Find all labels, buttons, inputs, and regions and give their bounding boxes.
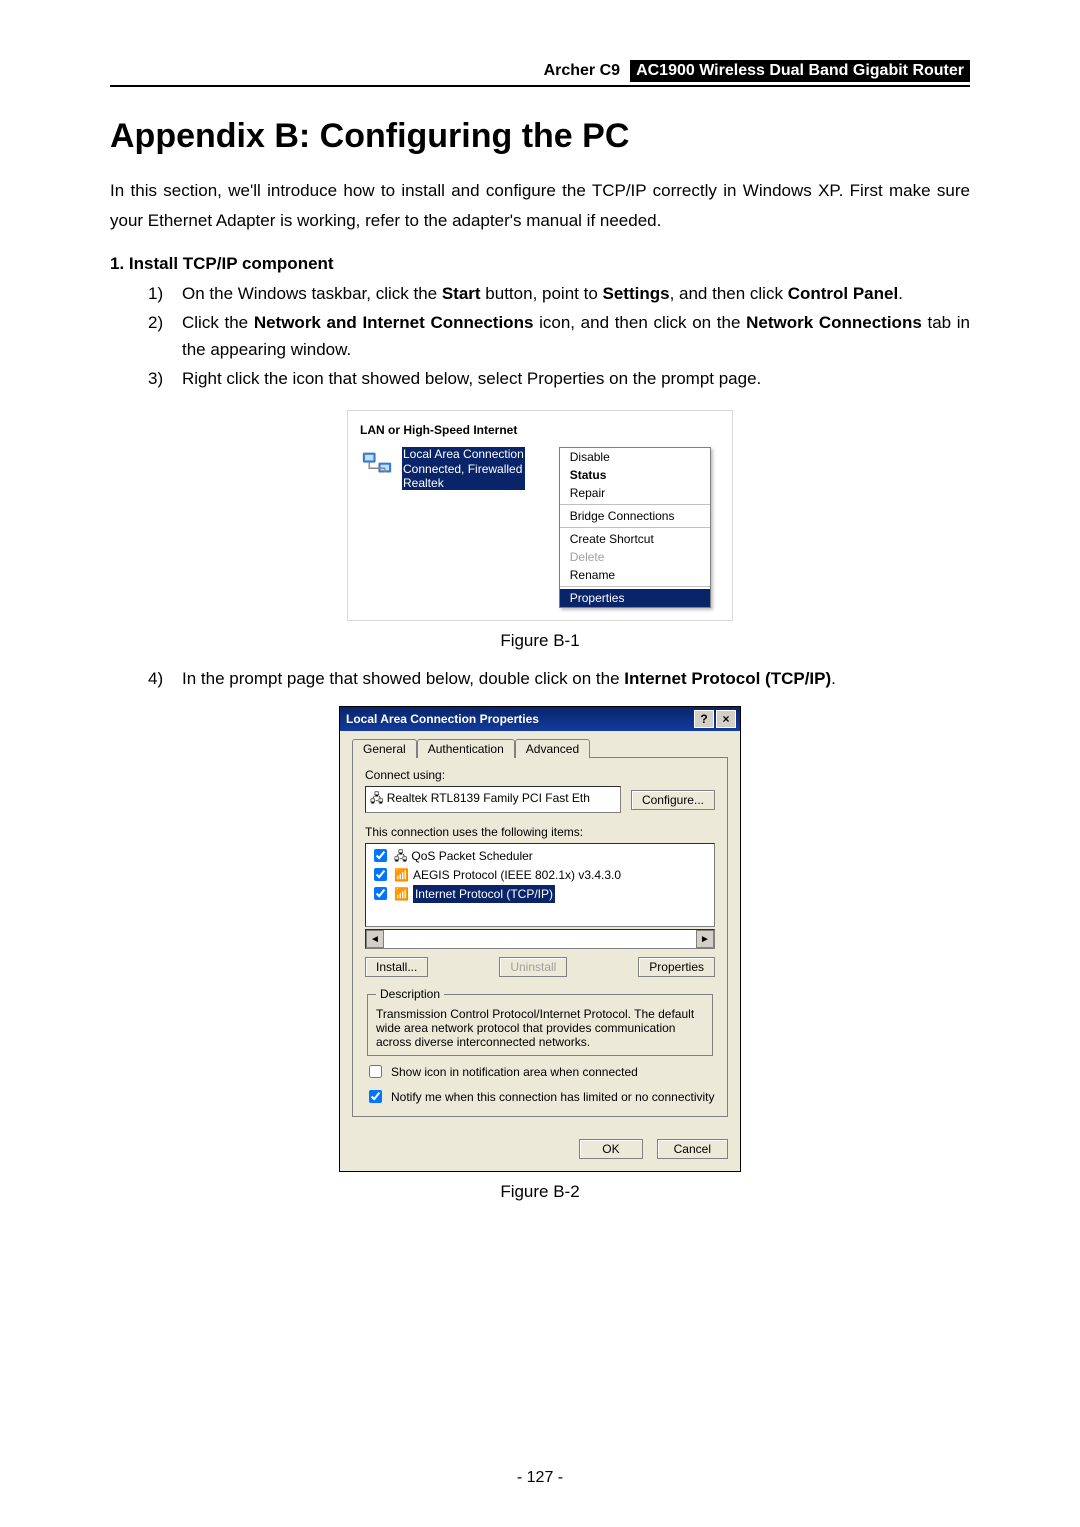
menu-bridge[interactable]: Bridge Connections — [560, 507, 710, 525]
step-2: 2) Click the Network and Internet Connec… — [148, 309, 970, 363]
item-tcpip: Internet Protocol (TCP/IP) — [413, 885, 555, 903]
show-icon-label: Show icon in notification area when conn… — [391, 1065, 638, 1079]
adapter-name: Realtek RTL8139 Family PCI Fast Eth — [387, 791, 590, 805]
step-3: 3) Right click the icon that showed belo… — [148, 365, 970, 392]
page-header: Archer C9 AC1900 Wireless Dual Band Giga… — [110, 60, 970, 87]
notify-checkbox[interactable] — [369, 1090, 382, 1103]
menu-properties[interactable]: Properties — [560, 589, 710, 607]
install-button[interactable]: Install... — [365, 957, 428, 977]
configure-button[interactable]: Configure... — [631, 790, 715, 810]
menu-separator — [560, 586, 710, 587]
properties-button[interactable]: Properties — [638, 957, 715, 977]
cancel-button[interactable]: Cancel — [657, 1139, 728, 1159]
figure-b1-caption: Figure B-1 — [110, 631, 970, 651]
horizontal-scrollbar[interactable]: ◄ ► — [365, 929, 715, 949]
step-4: 4) In the prompt page that showed below,… — [148, 665, 970, 692]
model-name: Archer C9 — [544, 62, 620, 80]
item-checkbox[interactable] — [374, 868, 387, 881]
notify-label: Notify me when this connection has limit… — [391, 1090, 715, 1104]
intro-text: In this section, we'll introduce how to … — [110, 176, 970, 236]
scroll-left-icon[interactable]: ◄ — [366, 930, 384, 948]
connection-name: Local Area Connection — [403, 447, 524, 461]
dialog-titlebar[interactable]: Local Area Connection Properties ? × — [340, 707, 740, 731]
step-number: 3) — [148, 365, 163, 392]
list-item[interactable]: 📶AEGIS Protocol (IEEE 802.1x) v3.4.3.0 — [370, 865, 710, 884]
description-text: Transmission Control Protocol/Internet P… — [376, 1007, 704, 1049]
group-label: LAN or High-Speed Internet — [360, 423, 720, 437]
product-name: AC1900 Wireless Dual Band Gigabit Router — [630, 60, 970, 82]
list-item[interactable]: 📶Internet Protocol (TCP/IP) — [370, 884, 710, 903]
step-number: 4) — [148, 665, 163, 692]
tab-authentication[interactable]: Authentication — [417, 739, 515, 758]
item-checkbox[interactable] — [374, 887, 387, 900]
uses-items-label: This connection uses the following items… — [365, 825, 715, 839]
dialog-title: Local Area Connection Properties — [346, 712, 539, 726]
context-menu: Disable Status Repair Bridge Connections… — [559, 447, 711, 608]
section-title: Install TCP/IP component — [129, 254, 334, 273]
page-number: - 127 - — [0, 1469, 1080, 1487]
adapter-name-box: 🖧 Realtek RTL8139 Family PCI Fast Eth — [365, 786, 621, 813]
menu-status[interactable]: Status — [560, 466, 710, 484]
items-listbox[interactable]: 🖧QoS Packet Scheduler 📶AEGIS Protocol (I… — [365, 843, 715, 927]
show-icon-checkbox[interactable] — [369, 1065, 382, 1078]
menu-delete: Delete — [560, 548, 710, 566]
menu-disable[interactable]: Disable — [560, 448, 710, 466]
description-legend: Description — [376, 987, 444, 1001]
menu-rename[interactable]: Rename — [560, 566, 710, 584]
step-number: 1) — [148, 280, 163, 307]
tab-general[interactable]: General — [352, 739, 417, 758]
menu-separator — [560, 527, 710, 528]
section-number: 1. — [110, 254, 124, 273]
protocol-icon: 📶 — [394, 866, 409, 884]
description-group: Description Transmission Control Protoco… — [367, 987, 713, 1056]
item-checkbox[interactable] — [374, 849, 387, 862]
section-heading: 1. Install TCP/IP component — [110, 254, 970, 274]
help-button[interactable]: ? — [694, 710, 714, 728]
uninstall-button: Uninstall — [499, 957, 567, 977]
connection-status: Connected, Firewalled — [403, 462, 524, 476]
adapter-card-icon: 🖧 — [370, 791, 383, 805]
tab-advanced[interactable]: Advanced — [515, 739, 590, 758]
step-number: 2) — [148, 309, 163, 336]
menu-create-shortcut[interactable]: Create Shortcut — [560, 530, 710, 548]
close-button[interactable]: × — [716, 710, 736, 728]
qos-icon: 🖧 — [394, 847, 407, 865]
list-item[interactable]: 🖧QoS Packet Scheduler — [370, 846, 710, 865]
ok-button[interactable]: OK — [579, 1139, 642, 1159]
connect-using-label: Connect using: — [365, 768, 715, 782]
step-1: 1) On the Windows taskbar, click the Sta… — [148, 280, 970, 307]
menu-separator — [560, 504, 710, 505]
network-connection-icon[interactable] — [360, 447, 394, 481]
figure-b2-caption: Figure B-2 — [110, 1182, 970, 1202]
connection-name-block[interactable]: Local Area Connection Connected, Firewal… — [402, 447, 525, 490]
connection-adapter: Realtek — [403, 476, 524, 490]
page-title: Appendix B: Configuring the PC — [110, 117, 970, 156]
scroll-right-icon[interactable]: ► — [696, 930, 714, 948]
figure-b2-dialog: Local Area Connection Properties ? × Gen… — [339, 706, 741, 1172]
figure-b1: LAN or High-Speed Internet Local Area Co… — [347, 410, 733, 621]
protocol-icon: 📶 — [394, 885, 409, 903]
menu-repair[interactable]: Repair — [560, 484, 710, 502]
tabs: General Authentication Advanced — [352, 739, 728, 758]
